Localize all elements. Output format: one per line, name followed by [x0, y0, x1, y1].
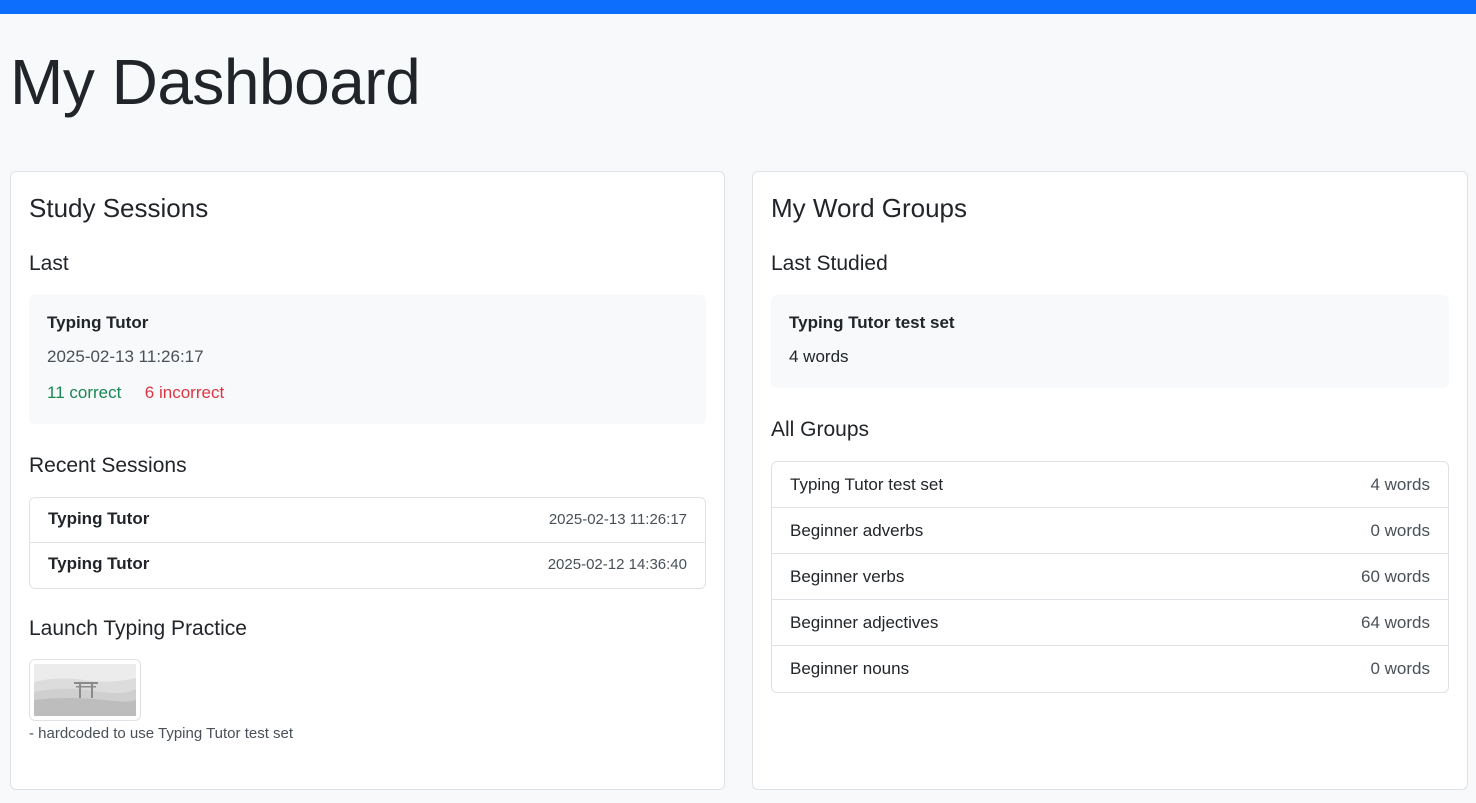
- group-item[interactable]: Typing Tutor test set 4 words: [772, 462, 1448, 508]
- last-studied-panel: Typing Tutor test set 4 words: [771, 295, 1449, 388]
- session-activity: Typing Tutor: [48, 554, 150, 573]
- group-name: Beginner nouns: [790, 659, 910, 678]
- session-activity: Typing Tutor: [48, 509, 150, 528]
- group-word-count: 64 words: [1361, 613, 1430, 632]
- session-timestamp: 2025-02-13 11:26:17: [548, 511, 687, 528]
- group-item[interactable]: Beginner nouns 0 words: [772, 646, 1448, 692]
- session-timestamp: 2025-02-12 14:36:40: [547, 556, 687, 573]
- last-session-timestamp: 2025-02-13 11:26:17: [47, 347, 204, 366]
- group-word-count: 60 words: [1361, 567, 1430, 586]
- group-word-count: 0 words: [1370, 521, 1430, 540]
- correct-count: 11 correct: [47, 383, 122, 402]
- study-sessions-card: Study Sessions Last Typing Tutor 2025-02…: [10, 171, 725, 790]
- launch-note: - hardcoded to use Typing Tutor test set: [29, 725, 294, 742]
- group-name: Beginner adjectives: [790, 613, 939, 632]
- word-groups-card: My Word Groups Last Studied Typing Tutor…: [752, 171, 1468, 790]
- last-studied-word-count: 4 words: [789, 347, 849, 366]
- last-session-panel: Typing Tutor 2025-02-13 11:26:17 11 corr…: [29, 295, 706, 424]
- incorrect-count: 6 incorrect: [144, 383, 225, 402]
- recent-sessions-heading: Recent Sessions: [29, 454, 187, 477]
- group-name: Beginner verbs: [790, 567, 905, 586]
- last-session-heading: Last: [29, 252, 69, 275]
- last-session-score: 11 correct 6 incorrect: [47, 383, 224, 403]
- group-word-count: 4 words: [1370, 475, 1430, 494]
- group-item[interactable]: Beginner adjectives 64 words: [772, 600, 1448, 646]
- group-item[interactable]: Beginner verbs 60 words: [772, 554, 1448, 600]
- recent-sessions-list: Typing Tutor 2025-02-13 11:26:17 Typing …: [29, 497, 706, 589]
- list-item[interactable]: Typing Tutor 2025-02-12 14:36:40: [30, 543, 705, 588]
- study-sessions-title: Study Sessions: [29, 193, 209, 223]
- top-navbar: [0, 0, 1476, 14]
- page-title: My Dashboard: [10, 46, 421, 118]
- last-session-activity: Typing Tutor: [47, 313, 149, 332]
- group-word-count: 0 words: [1370, 659, 1430, 678]
- launch-practice-heading: Launch Typing Practice: [29, 617, 247, 640]
- word-groups-title: My Word Groups: [771, 193, 968, 223]
- group-item[interactable]: Beginner adverbs 0 words: [772, 508, 1448, 554]
- group-name: Beginner adverbs: [790, 521, 924, 540]
- last-studied-heading: Last Studied: [771, 252, 888, 275]
- all-groups-heading: All Groups: [771, 418, 870, 441]
- torii-gate-icon: [34, 664, 136, 716]
- group-name: Typing Tutor test set: [790, 475, 944, 494]
- list-item[interactable]: Typing Tutor 2025-02-13 11:26:17: [30, 498, 705, 543]
- launch-typing-practice-button[interactable]: [29, 659, 141, 721]
- last-studied-group-name: Typing Tutor test set: [789, 313, 955, 332]
- all-groups-list: Typing Tutor test set 4 words Beginner a…: [771, 461, 1449, 693]
